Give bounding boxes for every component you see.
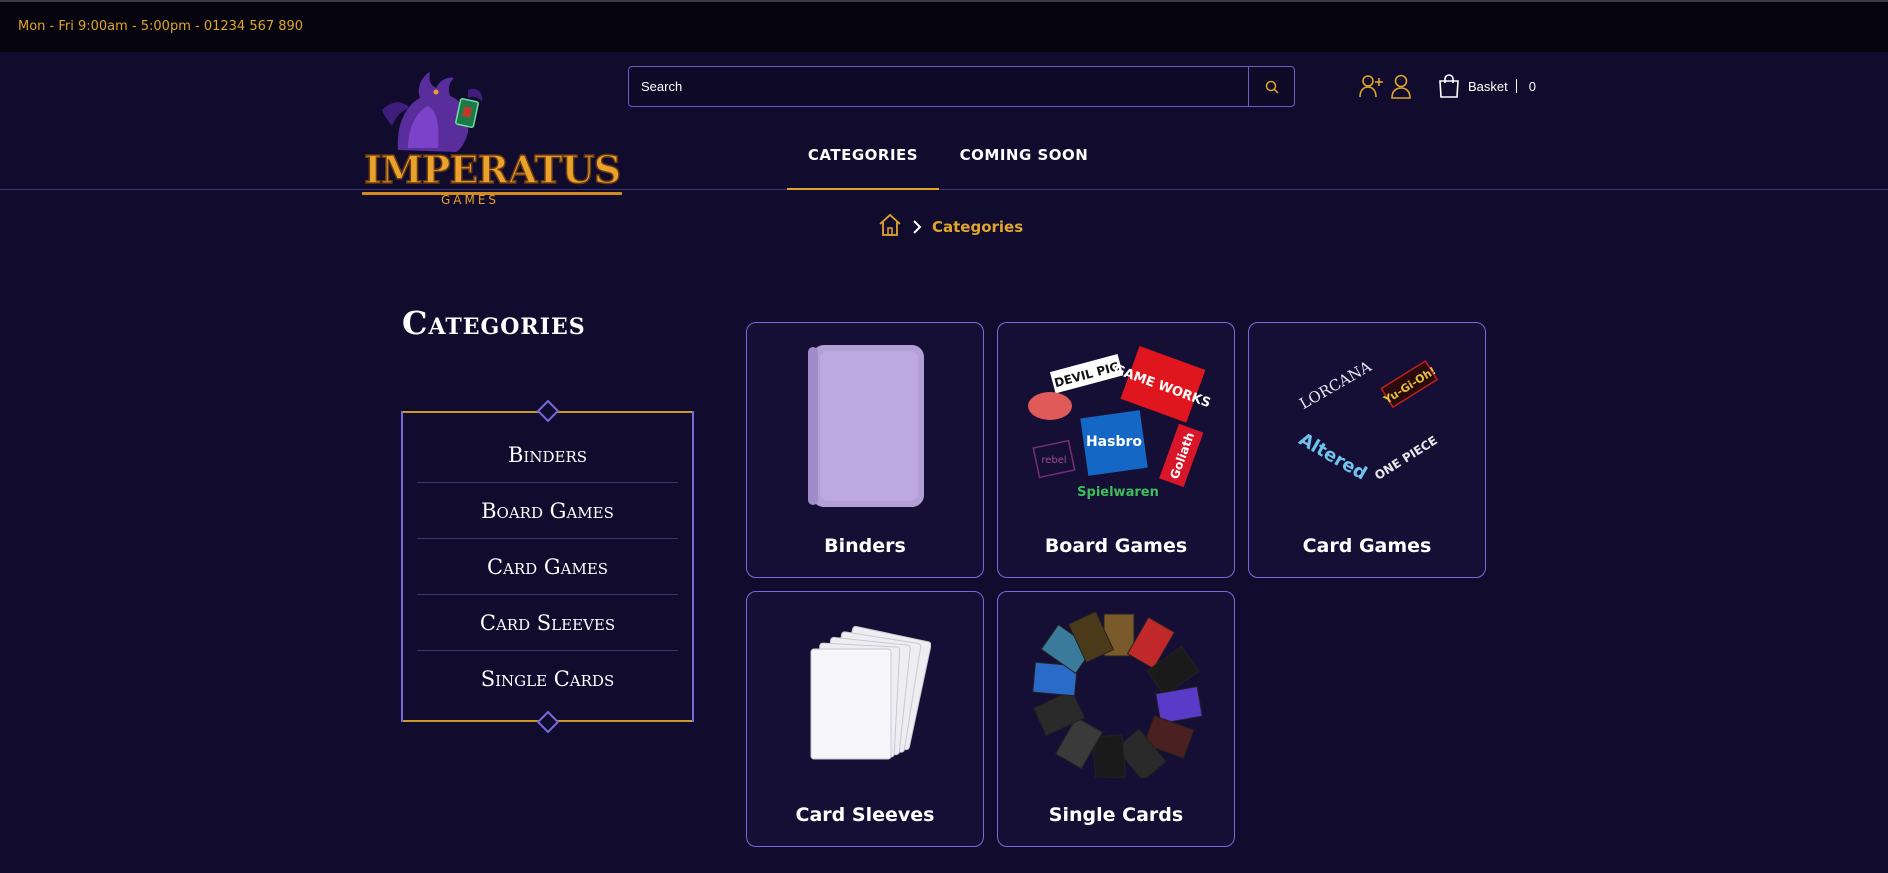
basket-divider — [1515, 79, 1517, 93]
home-link[interactable] — [878, 213, 902, 242]
user-plus-icon — [1359, 75, 1383, 98]
sidebar-item-board-games[interactable]: Board Games — [417, 483, 678, 539]
search-icon — [1265, 80, 1279, 94]
category-card-binders[interactable]: Binders — [746, 322, 984, 578]
main-nav: CATEGORIES COMING SOON — [787, 96, 1109, 190]
user-icon — [1391, 74, 1411, 99]
category-card-card-sleeves[interactable]: Card Sleeves — [746, 591, 984, 847]
breadcrumb-current: Categories — [932, 218, 1024, 236]
category-sidebar: Binders Board Games Card Games Card Slee… — [401, 399, 694, 734]
category-card-single-cards[interactable]: Single Cards — [997, 591, 1235, 847]
card-game-brands-image: LORCANA Yu-Gi-Oh! Altered ONE PIECE — [1268, 341, 1468, 511]
chevron-right-icon — [913, 220, 922, 234]
logo-wordmark: IMPERATUS — [362, 147, 623, 195]
basket-label: Basket — [1468, 78, 1508, 94]
basket-button[interactable]: Basket 0 — [1438, 74, 1536, 98]
sidebar-item-binders[interactable]: Binders — [417, 427, 678, 483]
category-card-board-games[interactable]: DEVIL PIG GAME WORKS Hasbro Goliath rebe… — [997, 322, 1235, 578]
brand-logo-text: Hasbro — [1086, 434, 1142, 450]
brand-logo-text: rebel — [1041, 455, 1066, 466]
diamond-ornament — [536, 710, 560, 734]
basket-count: 0 — [1528, 78, 1536, 94]
card-label: Binders — [824, 535, 906, 557]
brand-logo-text: LORCANA — [1296, 357, 1374, 413]
header-actions: Basket 0 — [1358, 72, 1536, 100]
card-label: Card Games — [1302, 535, 1432, 557]
opening-hours-text: Mon - Fri 9:00am - 5:00pm - 01234 567 89… — [18, 19, 304, 34]
logo-subtitle: GAMES — [440, 193, 500, 207]
brand-logo-text: Spielwaren — [1077, 485, 1159, 500]
page-title: Categories — [402, 304, 586, 342]
search-button[interactable] — [1248, 67, 1294, 106]
sidebar-list: Binders Board Games Card Games Card Slee… — [403, 413, 692, 707]
register-button[interactable] — [1358, 73, 1384, 99]
card-label: Board Games — [1044, 535, 1188, 557]
single-cards-image — [1017, 610, 1217, 780]
binder-image — [766, 341, 966, 511]
category-card-card-games[interactable]: LORCANA Yu-Gi-Oh! Altered ONE PIECE Card… — [1248, 322, 1486, 578]
card-sleeves-image — [766, 610, 966, 780]
sidebar-item-card-games[interactable]: Card Games — [417, 539, 678, 595]
top-info-bar: Mon - Fri 9:00am - 5:00pm - 01234 567 89… — [0, 0, 1888, 52]
account-button[interactable] — [1390, 73, 1412, 99]
sidebar-item-single-cards[interactable]: Single Cards — [417, 651, 678, 707]
home-icon — [879, 213, 901, 236]
site-logo[interactable]: IMPERATUS GAMES — [358, 70, 623, 207]
nav-coming-soon[interactable]: COMING SOON — [939, 96, 1109, 190]
shopping-bag-icon — [1439, 74, 1459, 98]
card-label: Single Cards — [1048, 804, 1184, 826]
board-game-brands-image: DEVIL PIG GAME WORKS Hasbro Goliath rebe… — [1017, 341, 1217, 511]
brand-logo-text: ONE PIECE — [1372, 433, 1440, 483]
breadcrumb: Categories — [878, 212, 1023, 242]
nav-categories[interactable]: CATEGORIES — [787, 96, 939, 190]
brand-logo-text: Altered — [1295, 429, 1370, 485]
card-label: Card Sleeves — [795, 804, 935, 826]
dragon-icon — [382, 72, 483, 152]
sidebar-item-card-sleeves[interactable]: Card Sleeves — [417, 595, 678, 651]
site-header: IMPERATUS GAMES Search Basket 0 CATEGORI… — [0, 52, 1888, 207]
